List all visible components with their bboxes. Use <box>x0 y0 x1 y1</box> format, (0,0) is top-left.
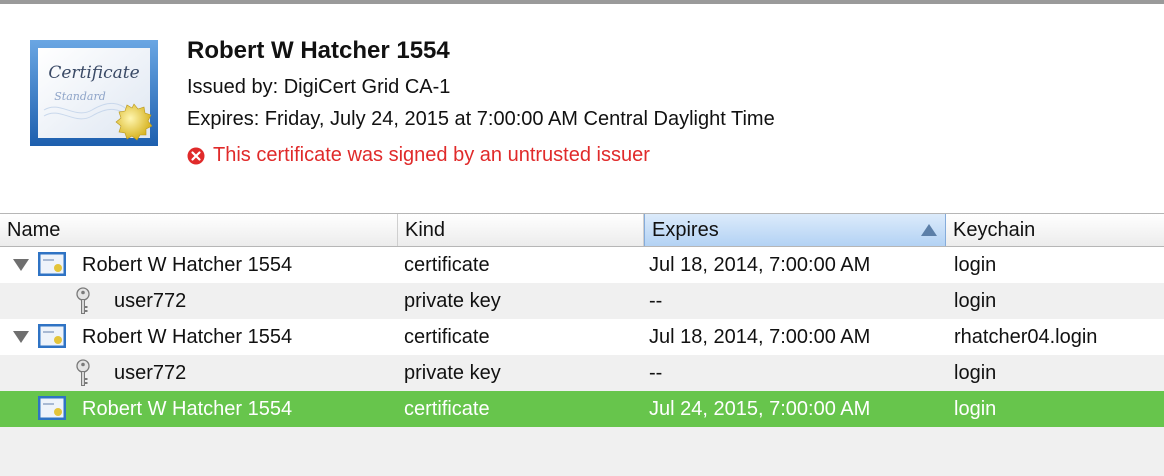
column-header-name-label: Name <box>7 219 61 241</box>
name-cell: user772 <box>114 290 187 312</box>
table-row[interactable]: user772 private key -- login <box>0 283 1164 319</box>
certificate-icon <box>38 324 66 348</box>
column-header-expires[interactable]: Expires <box>644 214 946 246</box>
column-header-name[interactable]: Name <box>0 214 398 246</box>
column-header-keychain[interactable]: Keychain <box>946 214 1164 246</box>
certificate-icon <box>38 396 66 420</box>
name-cell: user772 <box>114 362 187 384</box>
window-top-border <box>0 0 1164 4</box>
error-circle-icon <box>187 147 205 164</box>
keychain-items-table: Name Kind Expires Keychain Robert W Hatc… <box>0 213 1164 476</box>
certificate-standard-icon: Certificate Standard <box>30 40 158 146</box>
name-cell: Robert W Hatcher 1554 <box>82 254 293 276</box>
key-icon <box>76 287 90 314</box>
column-header-kind[interactable]: Kind <box>398 214 644 246</box>
key-icon <box>76 359 90 386</box>
expires-cell: -- <box>649 290 663 312</box>
table-row[interactable]: Robert W Hatcher 1554 certificate Jul 18… <box>0 247 1164 283</box>
table-row-selected[interactable]: Robert W Hatcher 1554 certificate Jul 24… <box>0 391 1164 427</box>
column-header-keychain-label: Keychain <box>953 219 1036 241</box>
expires-text: Expires: Friday, July 24, 2015 at 7:00:0… <box>187 108 775 130</box>
table-header: Name Kind Expires Keychain <box>0 213 1164 247</box>
sort-ascending-icon <box>921 224 937 236</box>
name-cell: Robert W Hatcher 1554 <box>82 398 293 420</box>
keychain-cell: login <box>954 362 997 384</box>
kind-cell: certificate <box>404 326 490 348</box>
name-cell: Robert W Hatcher 1554 <box>82 326 293 348</box>
column-header-kind-label: Kind <box>405 219 446 241</box>
expires-cell: Jul 24, 2015, 7:00:00 AM <box>649 398 871 420</box>
svg-text:Certificate: Certificate <box>48 63 139 83</box>
kind-cell: certificate <box>404 398 490 420</box>
untrusted-warning: This certificate was signed by an untrus… <box>187 144 650 167</box>
table-row[interactable]: user772 private key -- login <box>0 355 1164 391</box>
disclosure-triangle-expanded-icon[interactable] <box>13 331 29 343</box>
warning-text: This certificate was signed by an untrus… <box>213 144 650 166</box>
svg-text:Standard: Standard <box>54 90 106 103</box>
keychain-cell: login <box>954 290 997 312</box>
table-empty-area <box>0 427 1164 476</box>
kind-cell: certificate <box>404 254 490 276</box>
expires-cell: Jul 18, 2014, 7:00:00 AM <box>649 254 871 276</box>
keychain-cell: rhatcher04.login <box>954 326 1098 348</box>
expires-cell: Jul 18, 2014, 7:00:00 AM <box>649 326 871 348</box>
disclosure-triangle-expanded-icon[interactable] <box>13 259 29 271</box>
keychain-cell: login <box>954 254 997 276</box>
kind-cell: private key <box>404 362 501 384</box>
kind-cell: private key <box>404 290 501 312</box>
expires-cell: -- <box>649 362 663 384</box>
issued-by-text: Issued by: DigiCert Grid CA-1 <box>187 76 451 98</box>
keychain-cell: login <box>954 398 997 420</box>
table-row[interactable]: Robert W Hatcher 1554 certificate Jul 18… <box>0 319 1164 355</box>
certificate-title: Robert W Hatcher 1554 <box>187 37 450 64</box>
certificate-icon <box>38 252 66 276</box>
column-header-expires-label: Expires <box>652 219 719 241</box>
